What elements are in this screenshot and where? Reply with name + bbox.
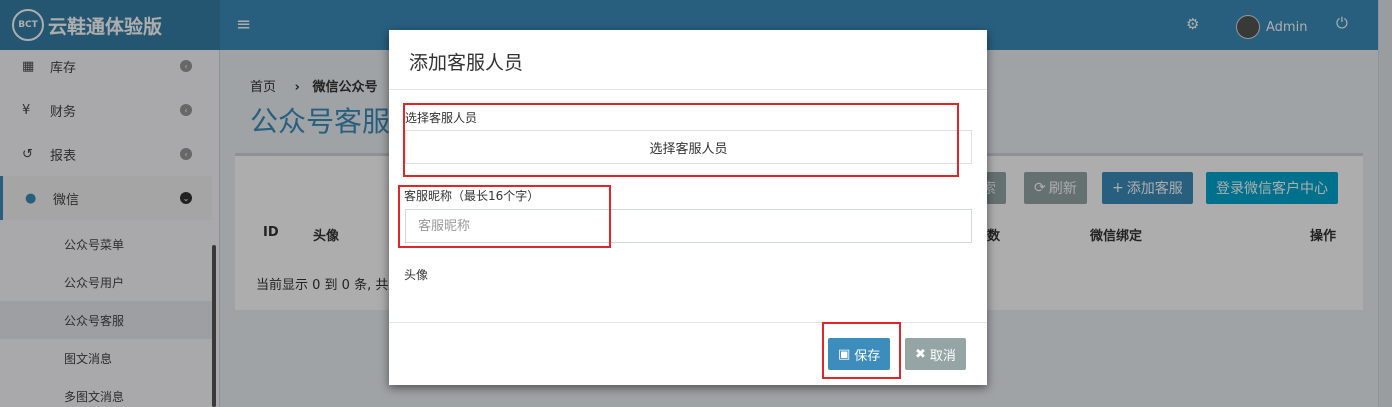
highlight-box-save xyxy=(822,322,901,379)
avatar-label: 头像 xyxy=(404,268,429,282)
cancel-button-label: 取消 xyxy=(929,348,956,364)
close-icon: ✖ xyxy=(915,346,926,362)
modal-title: 添加客服人员 xyxy=(409,52,524,74)
add-service-modal: 添加客服人员 选择客服人员 选择客服人员 客服昵称（最长16个字） 头像 ▣ 保… xyxy=(389,30,987,385)
highlight-box-nickname xyxy=(398,185,611,248)
highlight-box-select xyxy=(403,103,959,177)
modal-header: 添加客服人员 xyxy=(389,30,987,90)
cancel-button[interactable]: ✖ 取消 xyxy=(905,338,966,370)
